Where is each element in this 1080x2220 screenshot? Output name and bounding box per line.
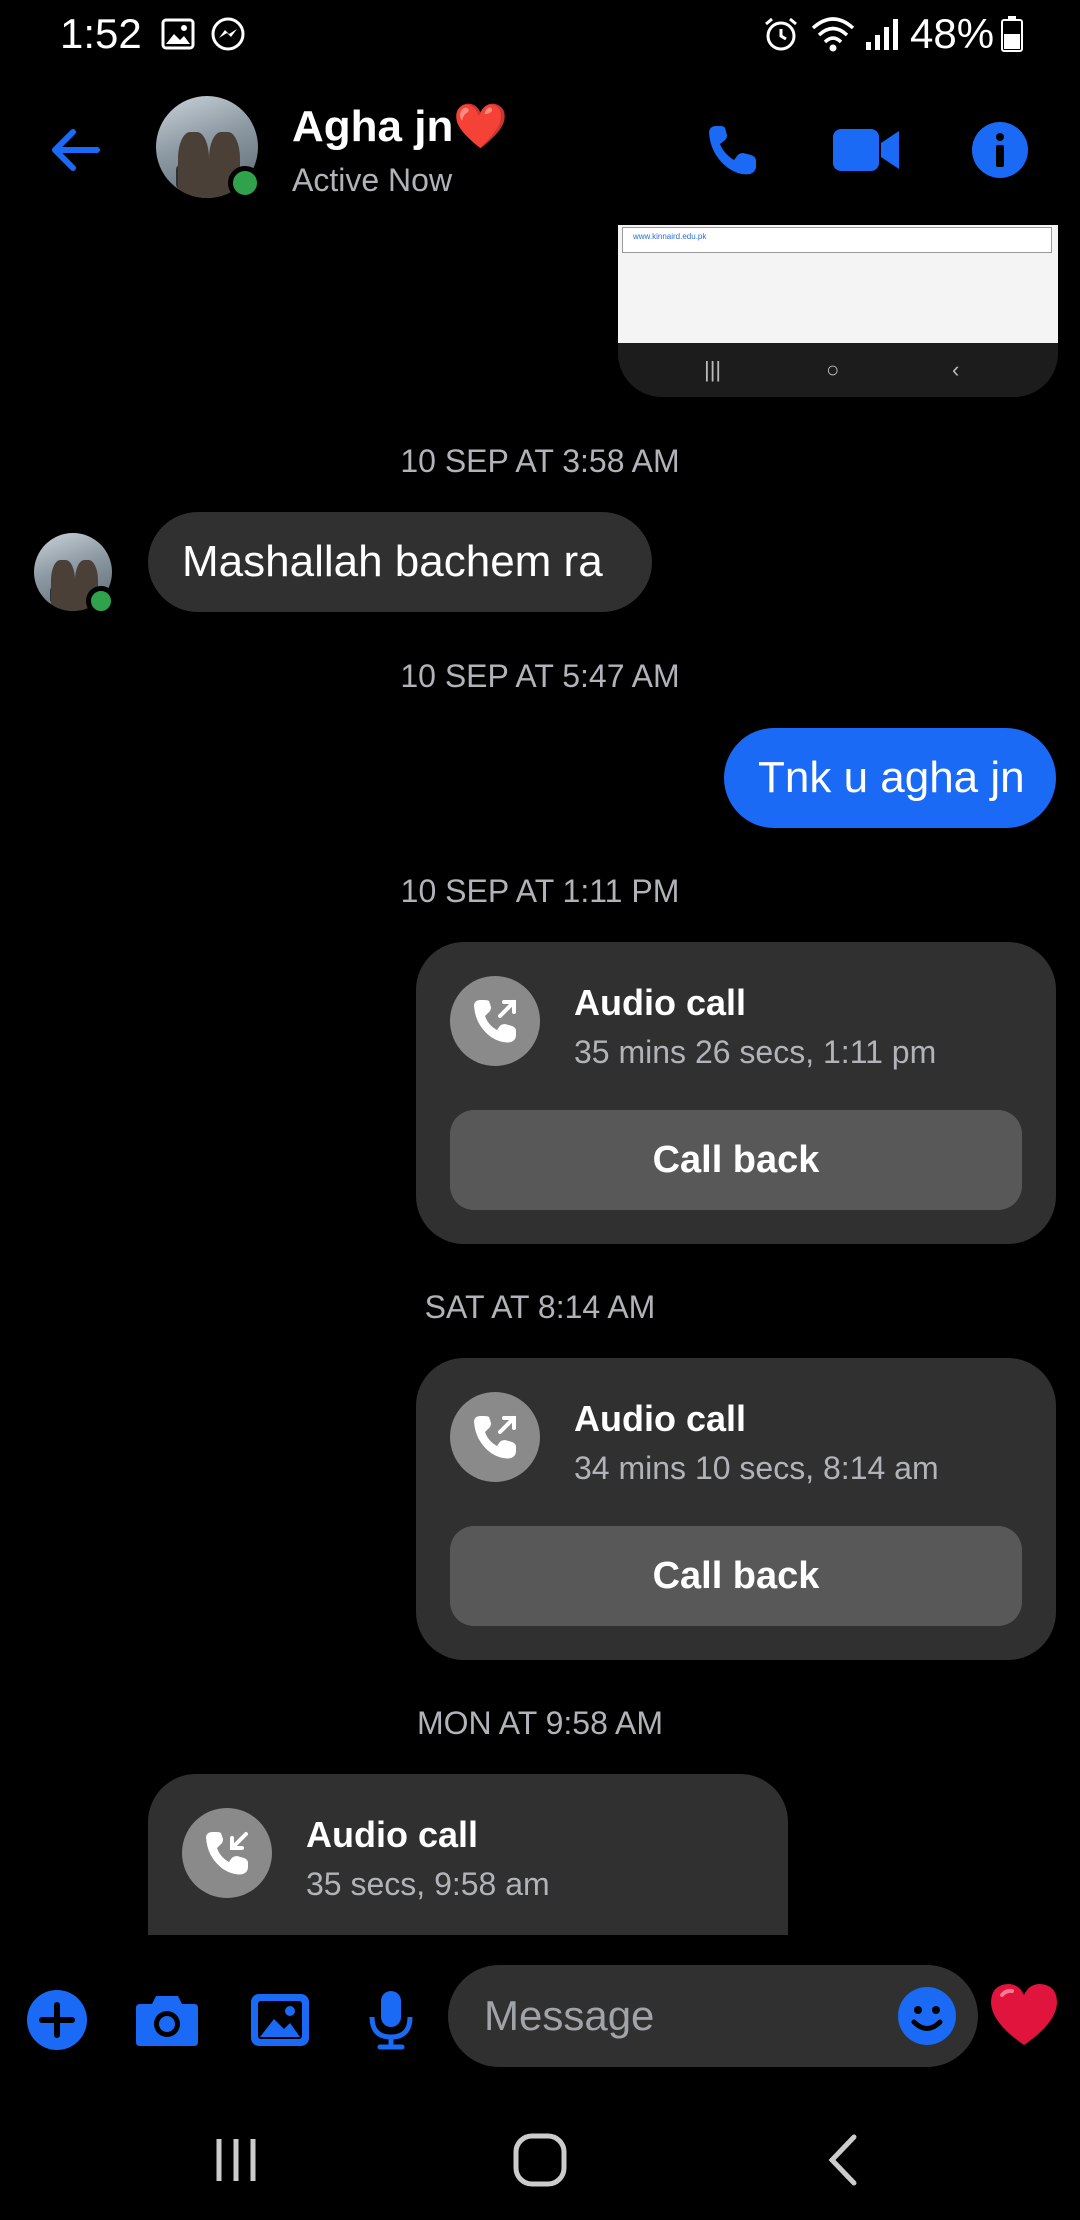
messenger-icon <box>208 14 248 54</box>
call-detail: 35 mins 26 secs, 1:11 pm <box>574 1034 937 1070</box>
info-icon <box>972 122 1028 178</box>
system-back-button[interactable] <box>804 2125 884 2195</box>
camera-icon <box>136 1996 198 2046</box>
alarm-icon <box>760 14 802 54</box>
message-timestamp: MON AT 9:58 AM <box>416 1705 663 1741</box>
audio-call-button[interactable] <box>692 110 772 190</box>
gallery-icon <box>158 14 198 54</box>
call-card: Audio call 35 secs, 9:58 am <box>148 1774 788 1944</box>
plus-icon <box>27 1990 87 2050</box>
online-indicator <box>86 586 116 616</box>
message-timestamp: SAT AT 8:14 AM <box>424 1289 656 1325</box>
microphone-icon <box>369 1991 413 2050</box>
battery-percent: 48% <box>910 10 995 57</box>
battery-icon <box>1000 14 1024 54</box>
gallery-button[interactable] <box>245 1985 315 2055</box>
message-timestamp: 10 SEP AT 3:58 AM <box>400 443 680 479</box>
back-icon <box>828 2134 857 2186</box>
home-icon <box>513 2133 567 2187</box>
phone-icon <box>709 126 756 175</box>
voice-button[interactable] <box>356 1985 426 2055</box>
recent-apps-icon <box>216 2139 256 2181</box>
outgoing-call-icon <box>450 1392 540 1482</box>
conversation-header: Agha jn❤️ Active Now <box>0 70 1080 225</box>
outgoing-call-icon <box>450 976 540 1066</box>
message-text: Mashallah bachem ra <box>182 537 603 586</box>
contact-status: Active Now <box>292 162 453 198</box>
home-icon: ○ <box>826 357 840 382</box>
call-detail: 34 mins 10 secs, 8:14 am <box>574 1450 939 1486</box>
status-time: 1:52 <box>60 10 142 57</box>
camera-button[interactable] <box>132 1985 202 2055</box>
message-composer <box>0 1935 1080 2095</box>
heart-reaction-button[interactable] <box>988 1981 1060 2051</box>
call-card: Audio call 35 mins 26 secs, 1:11 pm Call… <box>416 942 1056 1244</box>
call-title: Audio call <box>306 1814 479 1855</box>
video-call-button[interactable] <box>826 110 906 190</box>
call-card: Audio call 34 mins 10 secs, 8:14 am Call… <box>416 1358 1056 1660</box>
emoji-icon <box>898 1987 956 2045</box>
back-button[interactable] <box>45 120 115 180</box>
call-title: Audio call <box>574 982 747 1023</box>
image-attachment[interactable]: www.kinnaird.edu.pk ||| ○ ‹ <box>618 225 1058 397</box>
signal-icon <box>862 14 902 54</box>
message-timestamp: 10 SEP AT 5:47 AM <box>400 658 680 694</box>
message-bubble-incoming[interactable]: Mashallah bachem ra <box>148 512 652 612</box>
more-actions-button[interactable] <box>22 1985 92 2055</box>
thumbnail-url: www.kinnaird.edu.pk <box>622 227 1052 253</box>
call-detail: 35 secs, 9:58 am <box>306 1866 550 1902</box>
online-indicator <box>228 166 262 200</box>
call-back-button[interactable]: Call back <box>450 1110 1022 1210</box>
heart-icon <box>991 1984 1057 2045</box>
home-button[interactable] <box>500 2125 580 2195</box>
video-camera-icon <box>833 129 899 171</box>
info-button[interactable] <box>960 110 1040 190</box>
message-text: Tnk u agha jn <box>758 753 1025 802</box>
message-bubble-outgoing[interactable]: Tnk u agha jn <box>724 728 1056 828</box>
status-bar: 1:52 48% <box>0 0 1080 70</box>
wifi-icon <box>808 14 858 54</box>
recent-apps-icon: ||| <box>704 357 722 382</box>
call-title: Audio call <box>574 1398 747 1439</box>
system-navigation-bar <box>0 2095 1080 2220</box>
message-timestamp: 10 SEP AT 1:11 PM <box>400 873 680 909</box>
incoming-call-icon <box>182 1808 272 1898</box>
gallery-icon <box>251 1994 309 2046</box>
emoji-button[interactable] <box>896 1985 958 2047</box>
back-icon: ‹ <box>952 357 960 382</box>
contact-name[interactable]: Agha jn❤️ <box>292 100 508 152</box>
call-back-button[interactable]: Call back <box>450 1526 1022 1626</box>
recent-apps-button[interactable] <box>196 2125 276 2195</box>
back-arrow-icon <box>52 129 100 171</box>
